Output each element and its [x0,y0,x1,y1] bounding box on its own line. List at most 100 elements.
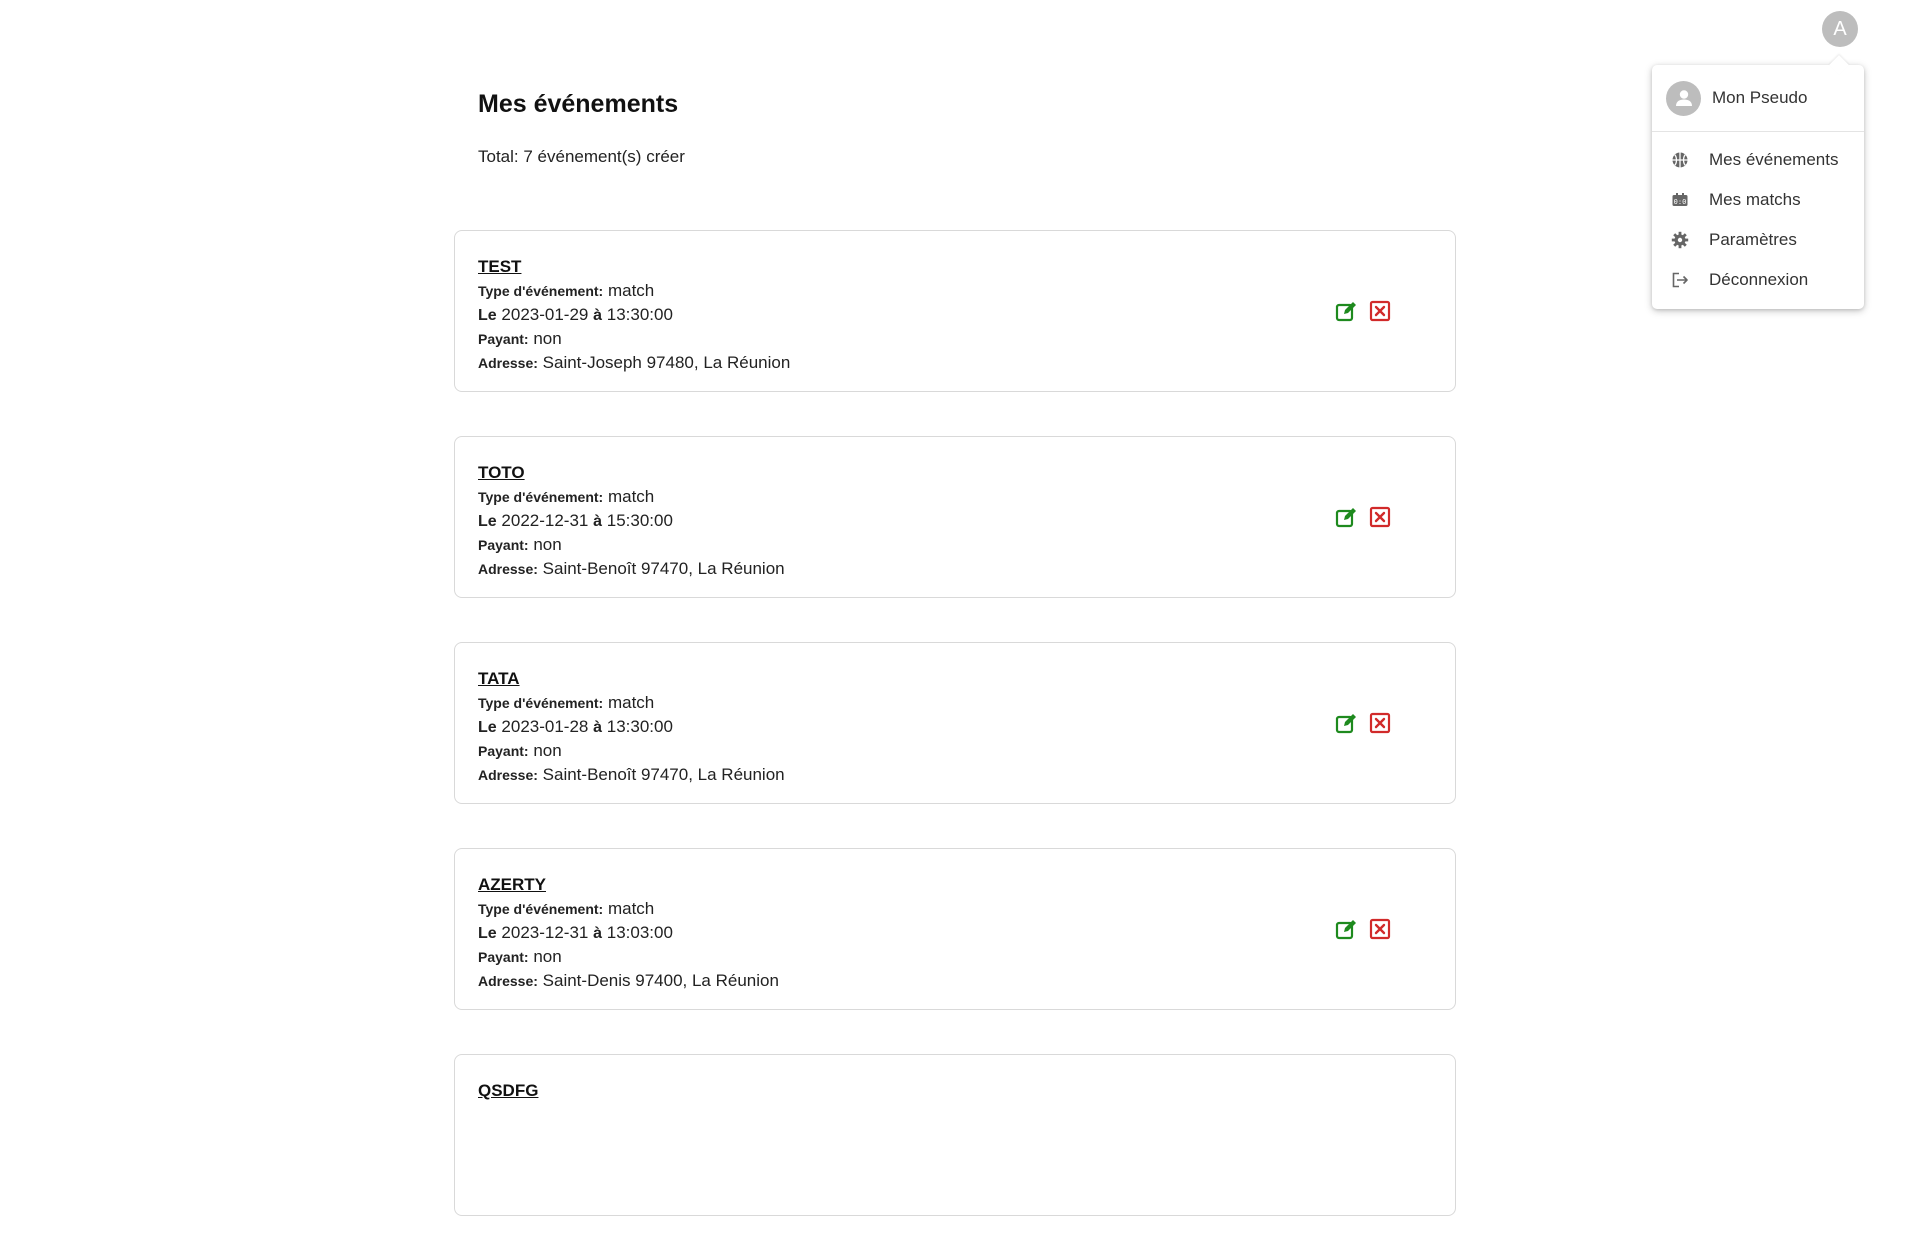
event-card: QSDFG [454,1054,1456,1216]
user-avatar-icon [1666,80,1701,116]
event-card: TATA Type d'événement: match Le 2023-01-… [454,642,1456,804]
event-address-label: Adresse: [478,767,538,783]
event-payant-label: Payant: [478,537,529,553]
scoreboard-icon: 0:0 [1670,190,1690,210]
event-title[interactable]: TOTO [478,461,785,485]
event-date-row: Le 2022-12-31 à 15:30:00 [478,509,785,533]
event-date-row: Le 2023-01-28 à 13:30:00 [478,715,785,739]
event-actions [1335,918,1391,940]
event-address-value: Saint-Joseph 97480, La Réunion [542,353,791,372]
event-address-label: Adresse: [478,355,538,371]
event-date-row: Le 2023-01-29 à 13:30:00 [478,303,790,327]
avatar-button[interactable]: A [1822,11,1858,47]
event-type-label: Type d'événement: [478,283,604,299]
edit-icon[interactable] [1335,918,1357,940]
event-actions [1335,712,1391,734]
event-date-row: Le 2023-12-31 à 13:03:00 [478,921,779,945]
page-title: Mes événements [478,90,679,118]
event-payant-label: Payant: [478,331,529,347]
event-time-separator: à [593,719,603,736]
menu-item-mes-evenements[interactable]: Mes événements [1652,144,1864,176]
event-date-value: 2023-01-29 [501,305,589,324]
menu-item-label: Déconnexion [1709,270,1809,289]
event-card: TEST Type d'événement: match Le 2023-01-… [454,230,1456,392]
event-card: TOTO Type d'événement: match Le 2022-12-… [454,436,1456,598]
event-payant-row: Payant: non [478,739,785,763]
delete-icon[interactable] [1369,712,1391,734]
event-date-value: 2023-12-31 [501,923,589,942]
events-total: Total: 7 événement(s) créer [478,147,685,166]
event-type-row: Type d'événement: match [478,279,790,303]
event-time-separator: à [593,513,603,530]
edit-icon[interactable] [1335,300,1357,322]
menu-item-mes-matchs[interactable]: 0:0 Mes matchs [1652,184,1864,216]
event-type-label: Type d'événement: [478,695,604,711]
basketball-icon [1670,150,1690,170]
menu-profile[interactable]: Mon Pseudo [1652,65,1864,132]
event-date-label: Le [478,925,497,942]
event-actions [1335,300,1391,322]
event-card: AZERTY Type d'événement: match Le 2023-1… [454,848,1456,1010]
event-payant-value: non [533,947,562,966]
event-address-row: Adresse: Saint-Denis 97400, La Réunion [478,969,779,993]
event-time-value: 13:30:00 [606,305,673,324]
menu-profile-label: Mon Pseudo [1712,88,1808,107]
gear-icon [1670,230,1690,250]
event-time-value: 13:03:00 [606,923,673,942]
event-address-row: Adresse: Saint-Benoît 97470, La Réunion [478,557,785,581]
event-type-value: match [607,281,655,300]
edit-icon[interactable] [1335,506,1357,528]
event-type-value: match [607,899,655,918]
event-payant-row: Payant: non [478,327,790,351]
event-payant-label: Payant: [478,743,529,759]
event-type-value: match [607,487,655,506]
event-address-label: Adresse: [478,973,538,989]
event-type-row: Type d'événement: match [478,897,779,921]
event-payant-row: Payant: non [478,533,785,557]
event-title[interactable]: TEST [478,255,790,279]
event-payant-value: non [533,329,562,348]
event-time-separator: à [593,307,603,324]
event-type-row: Type d'événement: match [478,485,785,509]
event-info: TATA Type d'événement: match Le 2023-01-… [478,667,785,787]
event-payant-row: Payant: non [478,945,779,969]
event-address-label: Adresse: [478,561,538,577]
event-title[interactable]: QSDFG [478,1079,538,1103]
event-info: QSDFG [478,1079,538,1103]
avatar-letter: A [1833,17,1847,40]
events-list: TEST Type d'événement: match Le 2023-01-… [454,230,1456,1260]
profile-menu: Mon Pseudo Mes événements 0:0 Mes matchs… [1652,65,1864,309]
event-address-row: Adresse: Saint-Benoît 97470, La Réunion [478,763,785,787]
event-type-row: Type d'événement: match [478,691,785,715]
event-type-label: Type d'événement: [478,901,604,917]
event-actions [1335,506,1391,528]
event-address-row: Adresse: Saint-Joseph 97480, La Réunion [478,351,790,375]
event-address-value: Saint-Benoît 97470, La Réunion [542,765,785,784]
event-type-label: Type d'événement: [478,489,604,505]
event-date-label: Le [478,719,497,736]
delete-icon[interactable] [1369,506,1391,528]
delete-icon[interactable] [1369,918,1391,940]
menu-item-label: Mes matchs [1709,190,1801,209]
event-date-label: Le [478,307,497,324]
event-time-separator: à [593,925,603,942]
menu-item-label: Mes événements [1709,150,1839,169]
edit-icon[interactable] [1335,712,1357,734]
event-date-value: 2023-01-28 [501,717,589,736]
event-payant-label: Payant: [478,949,529,965]
event-address-value: Saint-Denis 97400, La Réunion [542,971,779,990]
event-payant-value: non [533,741,562,760]
event-date-label: Le [478,513,497,530]
event-title[interactable]: TATA [478,667,785,691]
menu-item-label: Paramètres [1709,230,1797,249]
event-payant-value: non [533,535,562,554]
event-info: TEST Type d'événement: match Le 2023-01-… [478,255,790,375]
event-address-value: Saint-Benoît 97470, La Réunion [542,559,785,578]
event-title[interactable]: AZERTY [478,873,779,897]
svg-text:0:0: 0:0 [1674,198,1687,206]
event-date-value: 2022-12-31 [501,511,589,530]
delete-icon[interactable] [1369,300,1391,322]
menu-item-parametres[interactable]: Paramètres [1652,224,1864,256]
menu-item-deconnexion[interactable]: Déconnexion [1652,264,1864,296]
event-info: AZERTY Type d'événement: match Le 2023-1… [478,873,779,993]
